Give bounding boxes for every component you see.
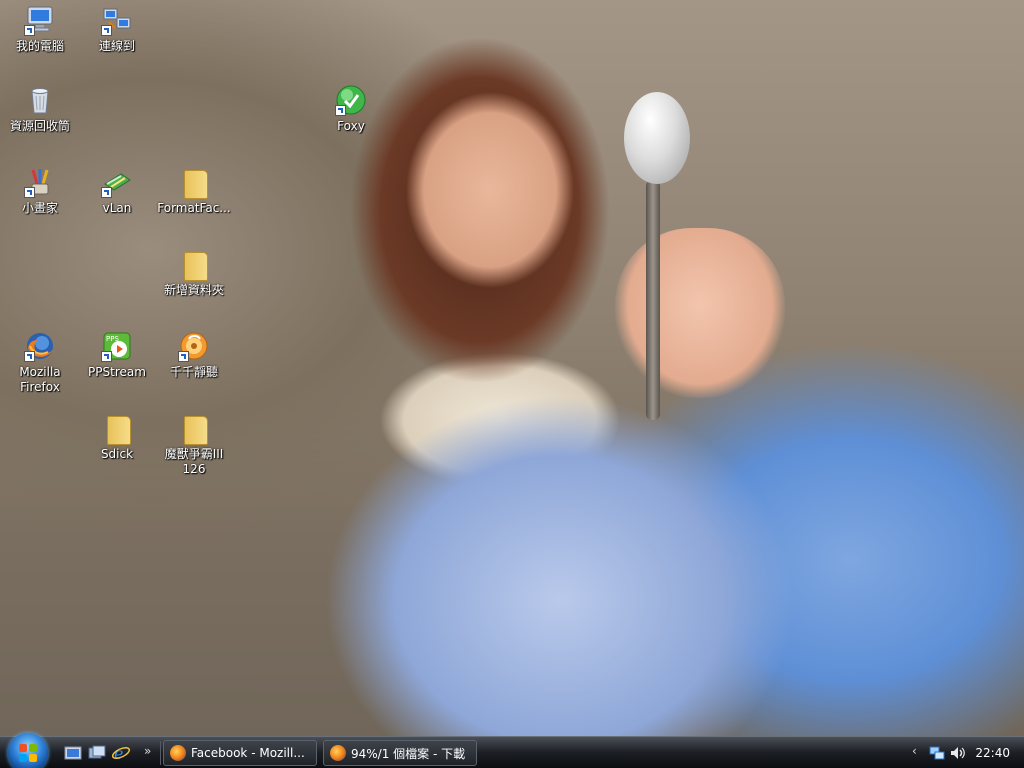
wallpaper-spoon: [624, 92, 690, 184]
task-button-label: Facebook - Mozill...: [191, 746, 305, 760]
task-button-downloads[interactable]: 94%/1 個檔案 - 下載: [323, 740, 477, 766]
system-tray: 22:40: [904, 737, 1024, 768]
desktop-icon-foxy[interactable]: Foxy: [312, 84, 390, 134]
desktop-icon-ppstream[interactable]: PPS PPStream: [78, 330, 156, 380]
desktop-icon-label: Mozilla Firefox: [19, 365, 61, 394]
task-button-label: 94%/1 個檔案 - 下載: [351, 746, 466, 761]
switch-windows-icon[interactable]: [87, 743, 107, 763]
internet-explorer-icon[interactable]: e: [111, 743, 131, 763]
desktop-icon-label: Sdick: [100, 447, 134, 461]
computer-icon: [24, 4, 56, 36]
desktop-icon-label: 魔獸爭霸III 126: [164, 447, 224, 476]
desktop-icon-label: FormatFac...: [157, 201, 231, 215]
folder-icon: [178, 166, 210, 199]
desktop-icon-sdick-folder[interactable]: Sdick: [78, 412, 156, 462]
taskbar-divider: [160, 741, 161, 765]
desktop-icon-formatfactory-folder[interactable]: FormatFac...: [155, 166, 233, 216]
desktop-icon-label: 新增資料夾: [163, 283, 224, 297]
desktop-icon-label: 小畫家: [21, 201, 58, 215]
taskbar: e » Facebook - Mozill... 94%/1 個檔案 - 下載 …: [0, 733, 1024, 768]
folder-icon: [178, 248, 210, 281]
desktop-icon-paint[interactable]: 小畫家: [1, 166, 79, 216]
wallpaper-hand: [615, 228, 785, 398]
foxy-icon: [335, 84, 367, 116]
recycle-bin-icon: [24, 84, 56, 116]
desktop-icon-ttplayer[interactable]: 千千靜聽: [155, 330, 233, 380]
folder-icon: [101, 412, 133, 445]
network-connect-icon: [101, 4, 133, 36]
desktop-icon-recycle-bin[interactable]: 資源回收筒: [1, 84, 79, 134]
desktop-icon-vlan[interactable]: vLan: [78, 166, 156, 216]
desktop-icon-label: 我的電腦: [15, 39, 64, 53]
quick-launch-overflow-button[interactable]: »: [144, 744, 151, 758]
svg-text:e: e: [114, 744, 123, 763]
desktop-icon-warcraft-folder[interactable]: 魔獸爭霸III 126: [155, 412, 233, 477]
desktop-icon-label: 連線到: [98, 39, 135, 53]
desktop-icon-label: PPStream: [88, 365, 146, 379]
firefox-icon: [330, 745, 346, 761]
folder-icon: [178, 412, 210, 445]
desktop[interactable]: 我的電腦 連線到 資源回收筒 Foxy 小畫家 vLan FormatFac..…: [0, 0, 1024, 768]
paint-icon: [24, 166, 56, 198]
desktop-icon-label: 千千靜聽: [169, 365, 218, 379]
task-button-facebook[interactable]: Facebook - Mozill...: [163, 740, 317, 766]
desktop-icon-label: vLan: [102, 201, 132, 215]
desktop-icon-connect-to[interactable]: 連線到: [78, 4, 156, 54]
ppstream-badge-text: PPS: [106, 335, 119, 343]
volume-icon[interactable]: [949, 745, 966, 761]
ppstream-icon: PPS: [101, 330, 133, 362]
firefox-icon: [170, 745, 186, 761]
show-desktop-icon[interactable]: [63, 743, 83, 763]
windows-orb-icon: [19, 744, 37, 762]
network-icon[interactable]: [929, 745, 945, 761]
clock[interactable]: 22:40: [975, 746, 1010, 760]
desktop-icon-label: 資源回收筒: [9, 119, 70, 133]
desktop-icon-new-folder[interactable]: 新增資料夾: [155, 248, 233, 298]
wallpaper-spoon-handle: [646, 180, 660, 420]
desktop-icon-label: Foxy: [337, 119, 365, 133]
desktop-icon-my-computer[interactable]: 我的電腦: [1, 4, 79, 54]
vlan-icon: [101, 166, 133, 198]
music-player-icon: [178, 330, 210, 362]
start-button[interactable]: [8, 733, 48, 768]
firefox-icon: [24, 330, 56, 362]
desktop-icon-firefox[interactable]: Mozilla Firefox: [1, 330, 79, 395]
